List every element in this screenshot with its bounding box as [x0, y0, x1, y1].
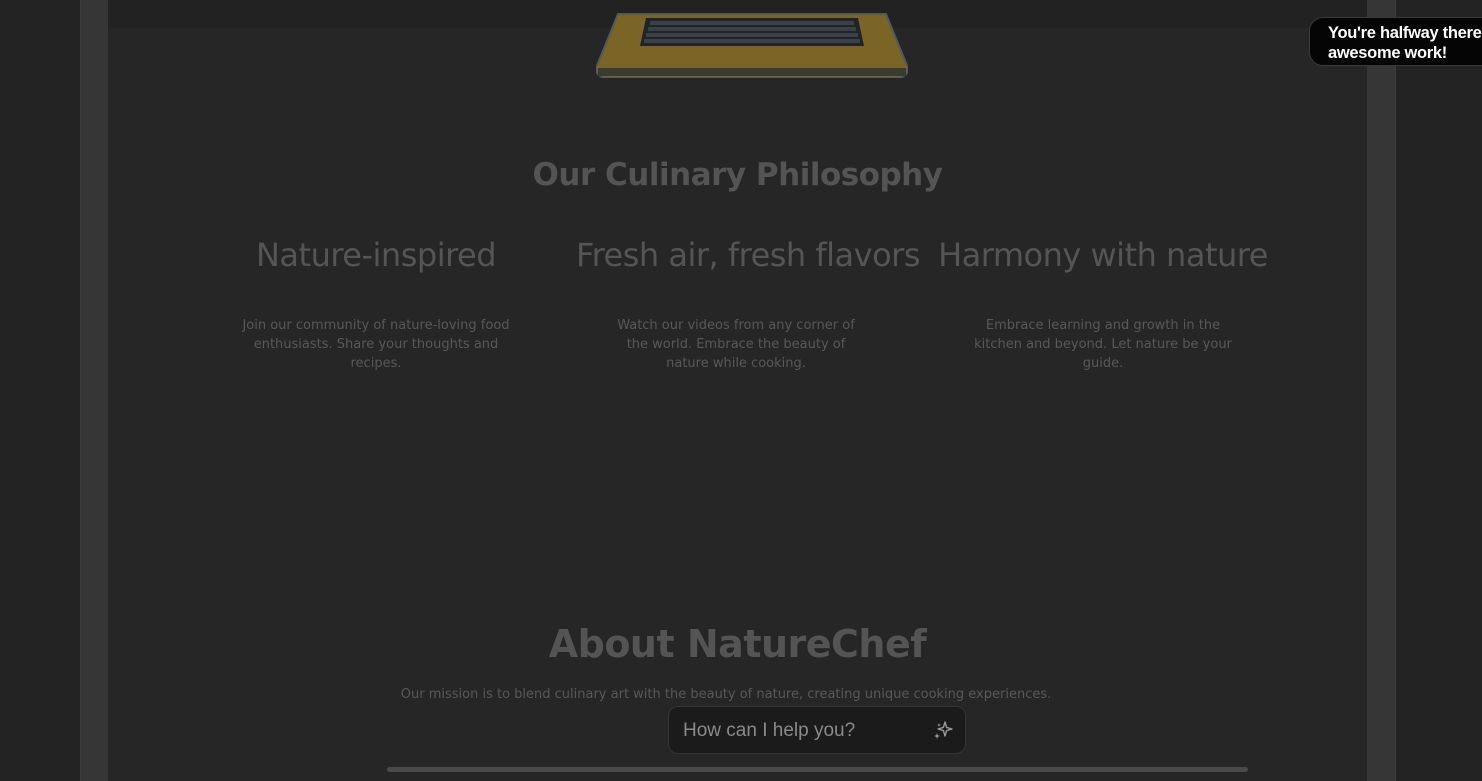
feature-text: Embrace learning and growth in the kitch…: [974, 318, 1232, 371]
chat-input[interactable]: [683, 718, 913, 744]
toast-line-1: You're halfway there: [1328, 24, 1482, 42]
feature-harmony: Harmony with nature Embrace learning and…: [938, 236, 1268, 373]
chat-assistant-box[interactable]: [668, 706, 966, 754]
page-left-rail: [80, 0, 109, 781]
philosophy-title: Our Culinary Philosophy: [532, 157, 943, 193]
feature-fresh-air: Fresh air, fresh flavors Watch our video…: [576, 236, 920, 373]
feature-text: Join our community of nature-loving food…: [242, 318, 510, 371]
progress-toast: You're halfway there awesome work!: [1309, 17, 1482, 66]
feature-heading: Fresh air, fresh flavors: [576, 236, 920, 274]
about-title: About NatureChef: [548, 622, 927, 666]
page-right-rail: [1367, 0, 1396, 781]
sparkle-icon[interactable]: [931, 719, 955, 743]
toast-line-2: awesome work!: [1328, 44, 1447, 62]
laptop-image: [596, 13, 908, 78]
feature-text: Watch our videos from any corner of the …: [617, 318, 855, 371]
feature-heading: Harmony with nature: [938, 236, 1268, 274]
mission-text: Our mission is to blend culinary art wit…: [400, 687, 1052, 702]
main-content: Our Culinary Philosophy Nature-inspired …: [108, 0, 1367, 781]
feature-nature-inspired: Nature-inspired Join our community of na…: [236, 236, 516, 373]
feature-heading: Nature-inspired: [255, 236, 497, 274]
horizontal-scrollbar[interactable]: [387, 767, 1248, 772]
